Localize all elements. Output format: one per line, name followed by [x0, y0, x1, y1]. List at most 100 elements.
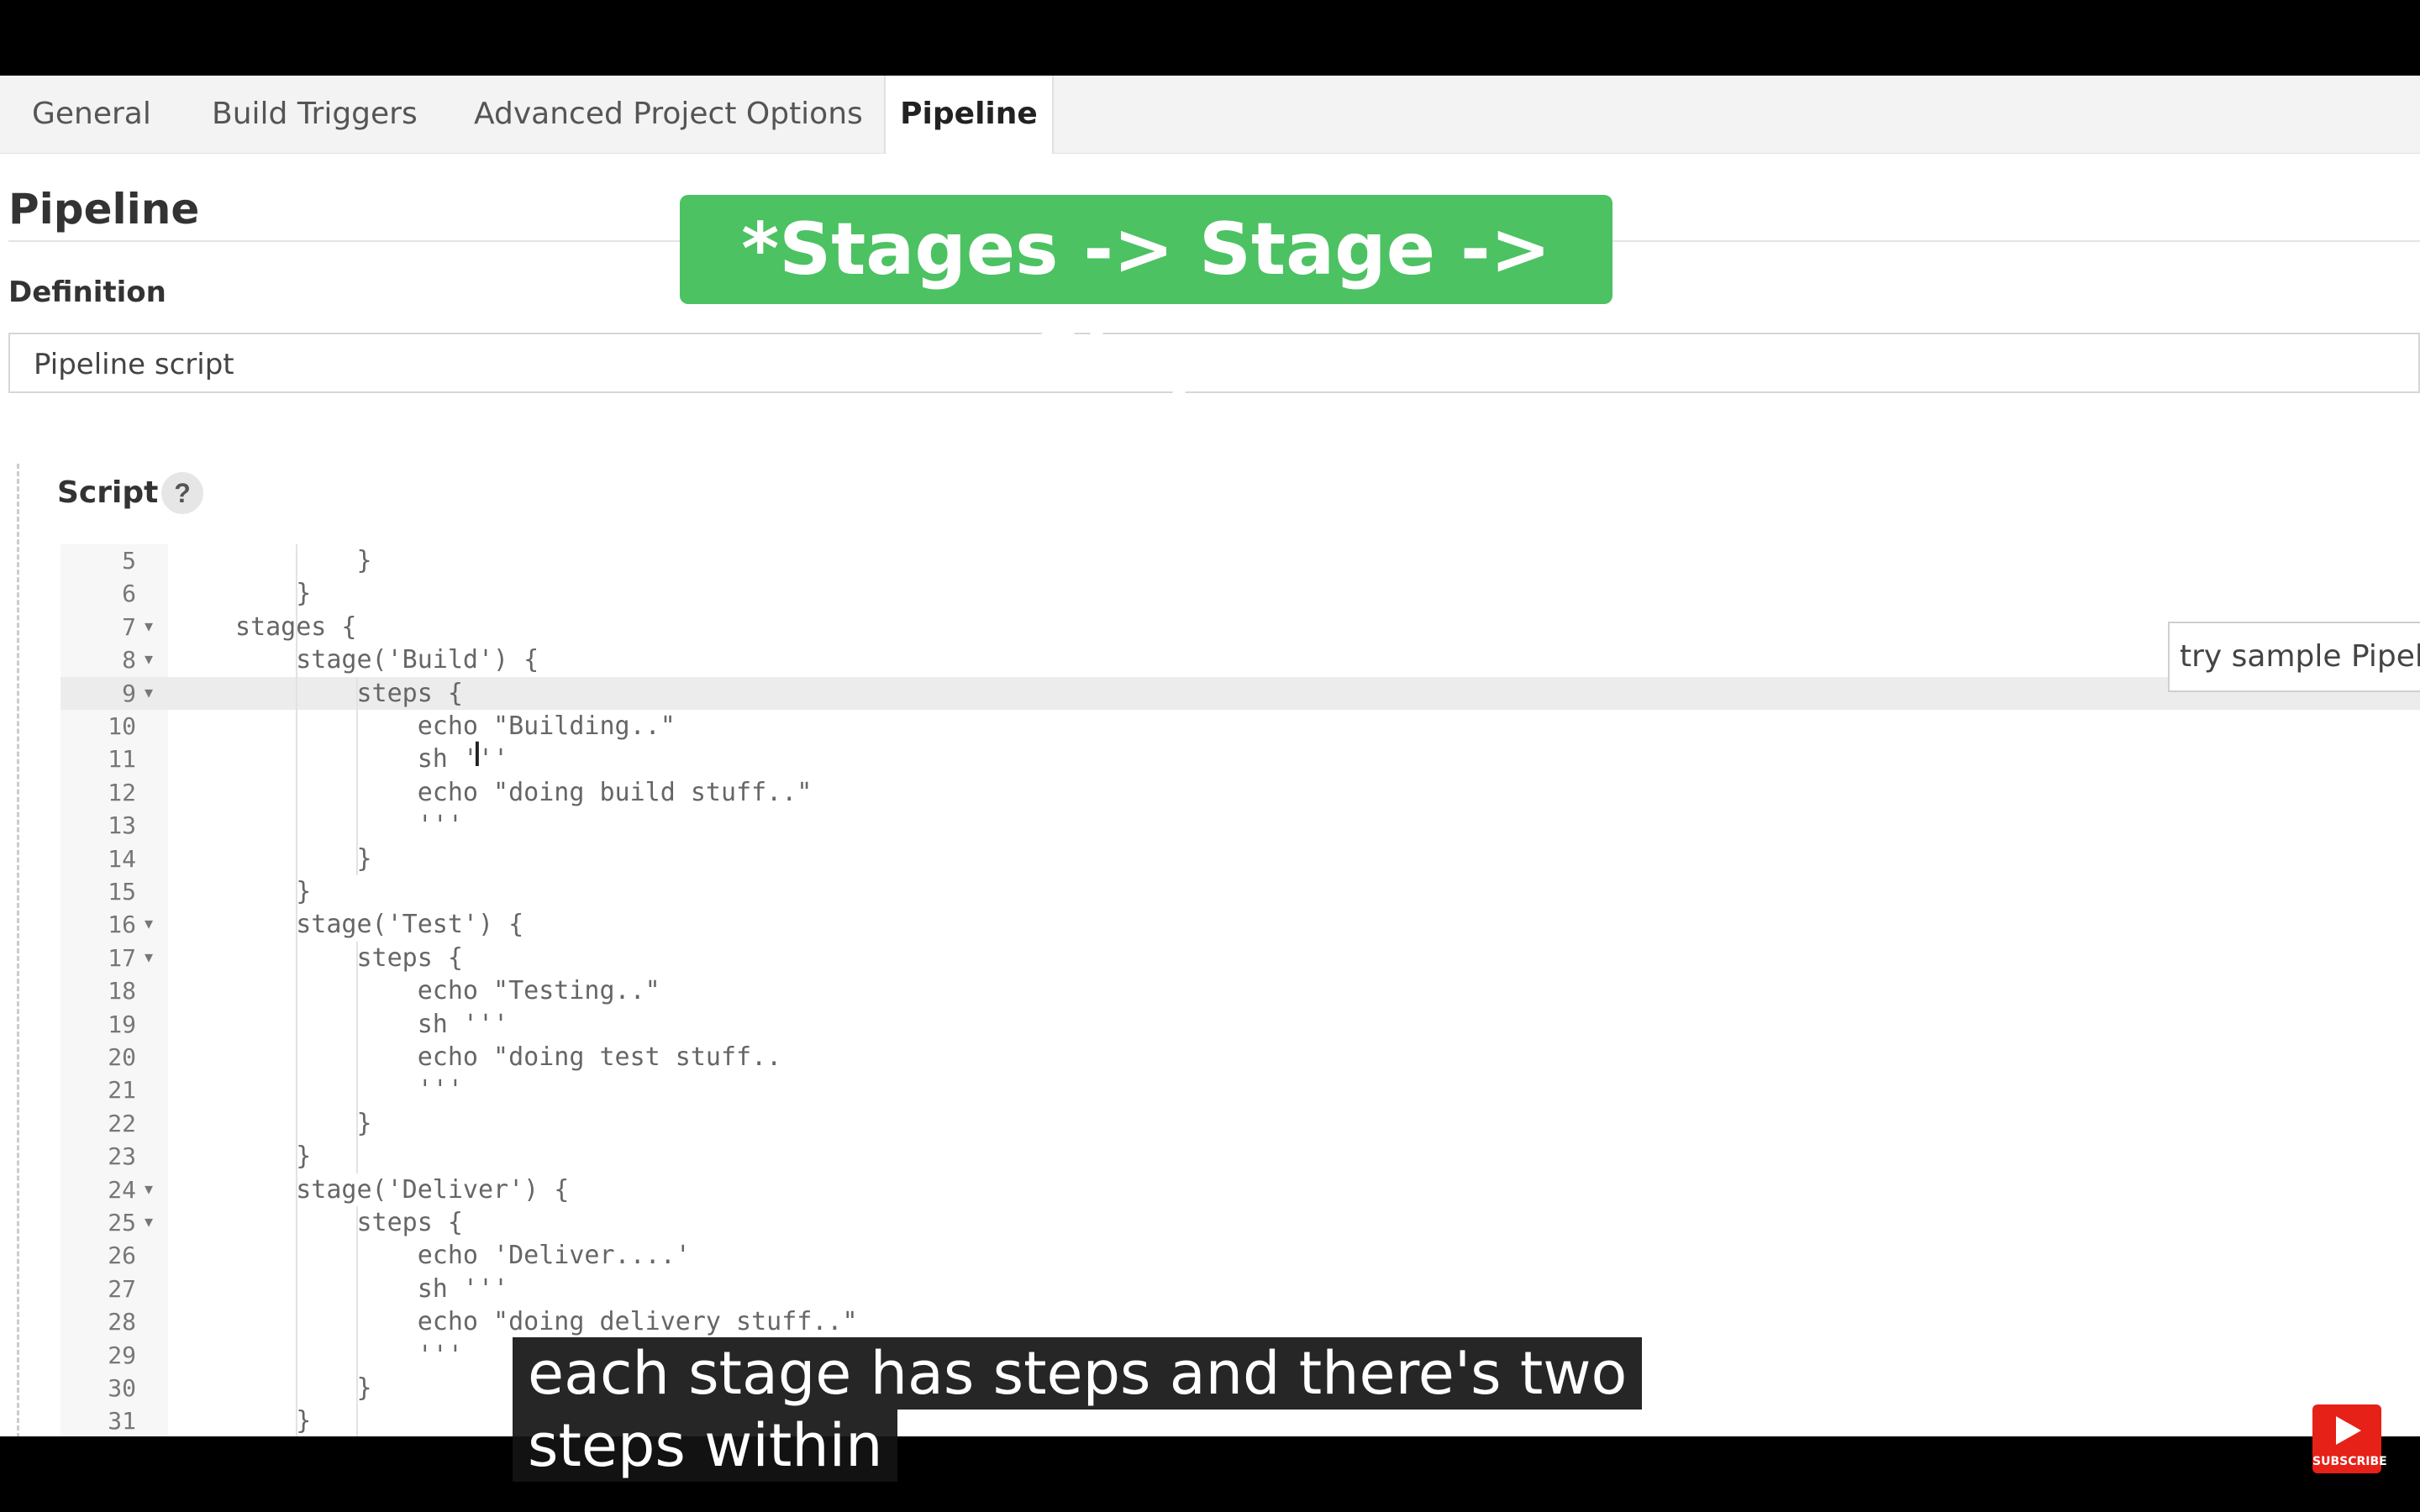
tab-pipeline[interactable]: Pipeline: [884, 76, 1054, 154]
code-text: echo "doing delivery stuff..": [235, 1307, 858, 1337]
line-number: 28: [108, 1308, 136, 1336]
code-line[interactable]: 7 ▾ stages {: [60, 611, 2420, 643]
line-number: 29: [108, 1341, 136, 1369]
line-number: 8: [122, 646, 136, 675]
code-text: echo 'Deliver....': [235, 1241, 691, 1271]
line-number: 12: [108, 778, 136, 806]
fold-toggle-icon[interactable]: ▾: [145, 1206, 153, 1239]
code-text: echo "doing test stuff..: [235, 1042, 782, 1072]
play-icon: [2336, 1416, 2361, 1445]
code-line[interactable]: 21 ''': [60, 1074, 2420, 1106]
line-number: 15: [108, 878, 136, 906]
fold-toggle-icon[interactable]: ▾: [145, 677, 153, 710]
code-line[interactable]: 15 }: [60, 875, 2420, 908]
code-line[interactable]: 16 ▾ stage('Test') {: [60, 908, 2420, 941]
code-text: ''': [235, 1340, 463, 1370]
line-number: 20: [108, 1043, 136, 1071]
fold-toggle-icon[interactable]: ▾: [145, 942, 153, 974]
line-number: 19: [108, 1010, 136, 1038]
line-number: 22: [108, 1109, 136, 1137]
code-text: }: [235, 1142, 312, 1172]
code-line[interactable]: 13 ''': [60, 809, 2420, 842]
code-line[interactable]: 25 ▾ steps {: [60, 1206, 2420, 1239]
fold-toggle-icon[interactable]: ▾: [145, 643, 153, 676]
line-number: 11: [108, 745, 136, 774]
code-text: echo "doing build stuff..": [235, 777, 813, 807]
code-line[interactable]: 12 echo "doing build stuff..": [60, 776, 2420, 809]
code-text: }: [235, 843, 372, 874]
code-line[interactable]: 18 echo "Testing..": [60, 974, 2420, 1007]
code-text: sh ''': [235, 1273, 509, 1304]
line-number: 24: [108, 1175, 136, 1204]
help-icon[interactable]: ?: [161, 472, 203, 514]
indent-guide: [356, 1206, 358, 1436]
code-line[interactable]: 31 }: [60, 1404, 2420, 1436]
line-number: 26: [108, 1242, 136, 1270]
line-number: 9: [122, 679, 136, 707]
code-text: }: [235, 1406, 312, 1436]
code-text: ''': [235, 1075, 463, 1105]
line-number: 6: [122, 580, 136, 608]
code-line[interactable]: 27 sh ''': [60, 1273, 2420, 1305]
tab-general[interactable]: General: [32, 76, 151, 153]
code-line[interactable]: 8 ▾ stage('Build') {: [60, 643, 2420, 676]
code-text: stage('Test') {: [235, 910, 524, 940]
tab-build-triggers[interactable]: Build Triggers: [212, 76, 418, 153]
code-text: }: [235, 579, 312, 609]
code-text: steps {: [235, 678, 463, 708]
line-number: 23: [108, 1142, 136, 1171]
caption-line-1: each stage has steps and there's two: [513, 1337, 1643, 1410]
line-number: 16: [108, 911, 136, 939]
code-text: }: [235, 877, 312, 906]
code-text: sh ''': [235, 744, 509, 774]
try-sample-pipeline-select[interactable]: try sample Pipeline: [2168, 622, 2420, 692]
script-section-guide: [17, 464, 19, 1436]
code-line[interactable]: 6 }: [60, 577, 2420, 610]
code-text: }: [235, 1108, 372, 1138]
code-line[interactable]: 22 }: [60, 1107, 2420, 1140]
line-number: 13: [108, 811, 136, 840]
code-line[interactable]: 24 ▾ stage('Deliver') {: [60, 1173, 2420, 1206]
code-text: ''': [235, 811, 463, 841]
line-number: 31: [108, 1407, 136, 1436]
code-line[interactable]: 14 }: [60, 843, 2420, 875]
line-number: 10: [108, 712, 136, 740]
code-text: stage('Deliver') {: [235, 1174, 570, 1205]
line-number: 5: [122, 547, 136, 575]
config-tab-bar: General Build Triggers Advanced Project …: [0, 76, 2420, 154]
definition-select-value: Pipeline script: [34, 348, 234, 381]
script-editor[interactable]: 5 } 6 } 7 ▾ stages {8 ▾ stage('Build') {9 ▾ st…: [60, 544, 2420, 1436]
indent-guide: [356, 676, 358, 875]
line-number: 27: [108, 1274, 136, 1303]
line-number: 18: [108, 977, 136, 1005]
code-line[interactable]: 17 ▾ steps {: [60, 942, 2420, 974]
script-label: Script: [57, 475, 159, 510]
code-text: sh ''': [235, 1009, 509, 1039]
line-number: 30: [108, 1374, 136, 1402]
definition-label: Definition: [8, 276, 166, 309]
section-title: Pipeline: [8, 185, 200, 234]
fold-toggle-icon[interactable]: ▾: [145, 908, 153, 941]
indent-guide: [356, 941, 358, 1173]
fold-toggle-icon[interactable]: ▾: [145, 1173, 153, 1206]
code-line[interactable]: 19 sh ''': [60, 1008, 2420, 1041]
subscribe-label: SUBSCRIBE: [2312, 1455, 2387, 1468]
code-line[interactable]: 10 echo "Building..": [60, 710, 2420, 743]
code-text: echo "Building..": [235, 711, 676, 741]
overlay-banner: *Stages -> Stage -> Steps: [680, 195, 1612, 401]
code-line[interactable]: 23 }: [60, 1140, 2420, 1173]
code-text: stage('Build') {: [235, 645, 539, 675]
code-line[interactable]: 5 }: [60, 544, 2420, 577]
text-cursor-icon: I: [472, 736, 482, 774]
tab-advanced-project-options[interactable]: Advanced Project Options: [474, 76, 863, 153]
code-text: steps {: [235, 1208, 463, 1237]
code-line[interactable]: 26 echo 'Deliver....': [60, 1239, 2420, 1272]
code-line[interactable]: 20 echo "doing test stuff..: [60, 1041, 2420, 1074]
code-line[interactable]: 28 echo "doing delivery stuff..": [60, 1305, 2420, 1338]
subscribe-button[interactable]: SUBSCRIBE: [2312, 1404, 2387, 1473]
code-line[interactable]: 9 ▾ steps {: [60, 676, 2420, 710]
line-number: 14: [108, 844, 136, 873]
fold-toggle-icon[interactable]: ▾: [145, 611, 153, 643]
line-number: 17: [108, 943, 136, 972]
code-line[interactable]: 11 sh ''': [60, 743, 2420, 775]
